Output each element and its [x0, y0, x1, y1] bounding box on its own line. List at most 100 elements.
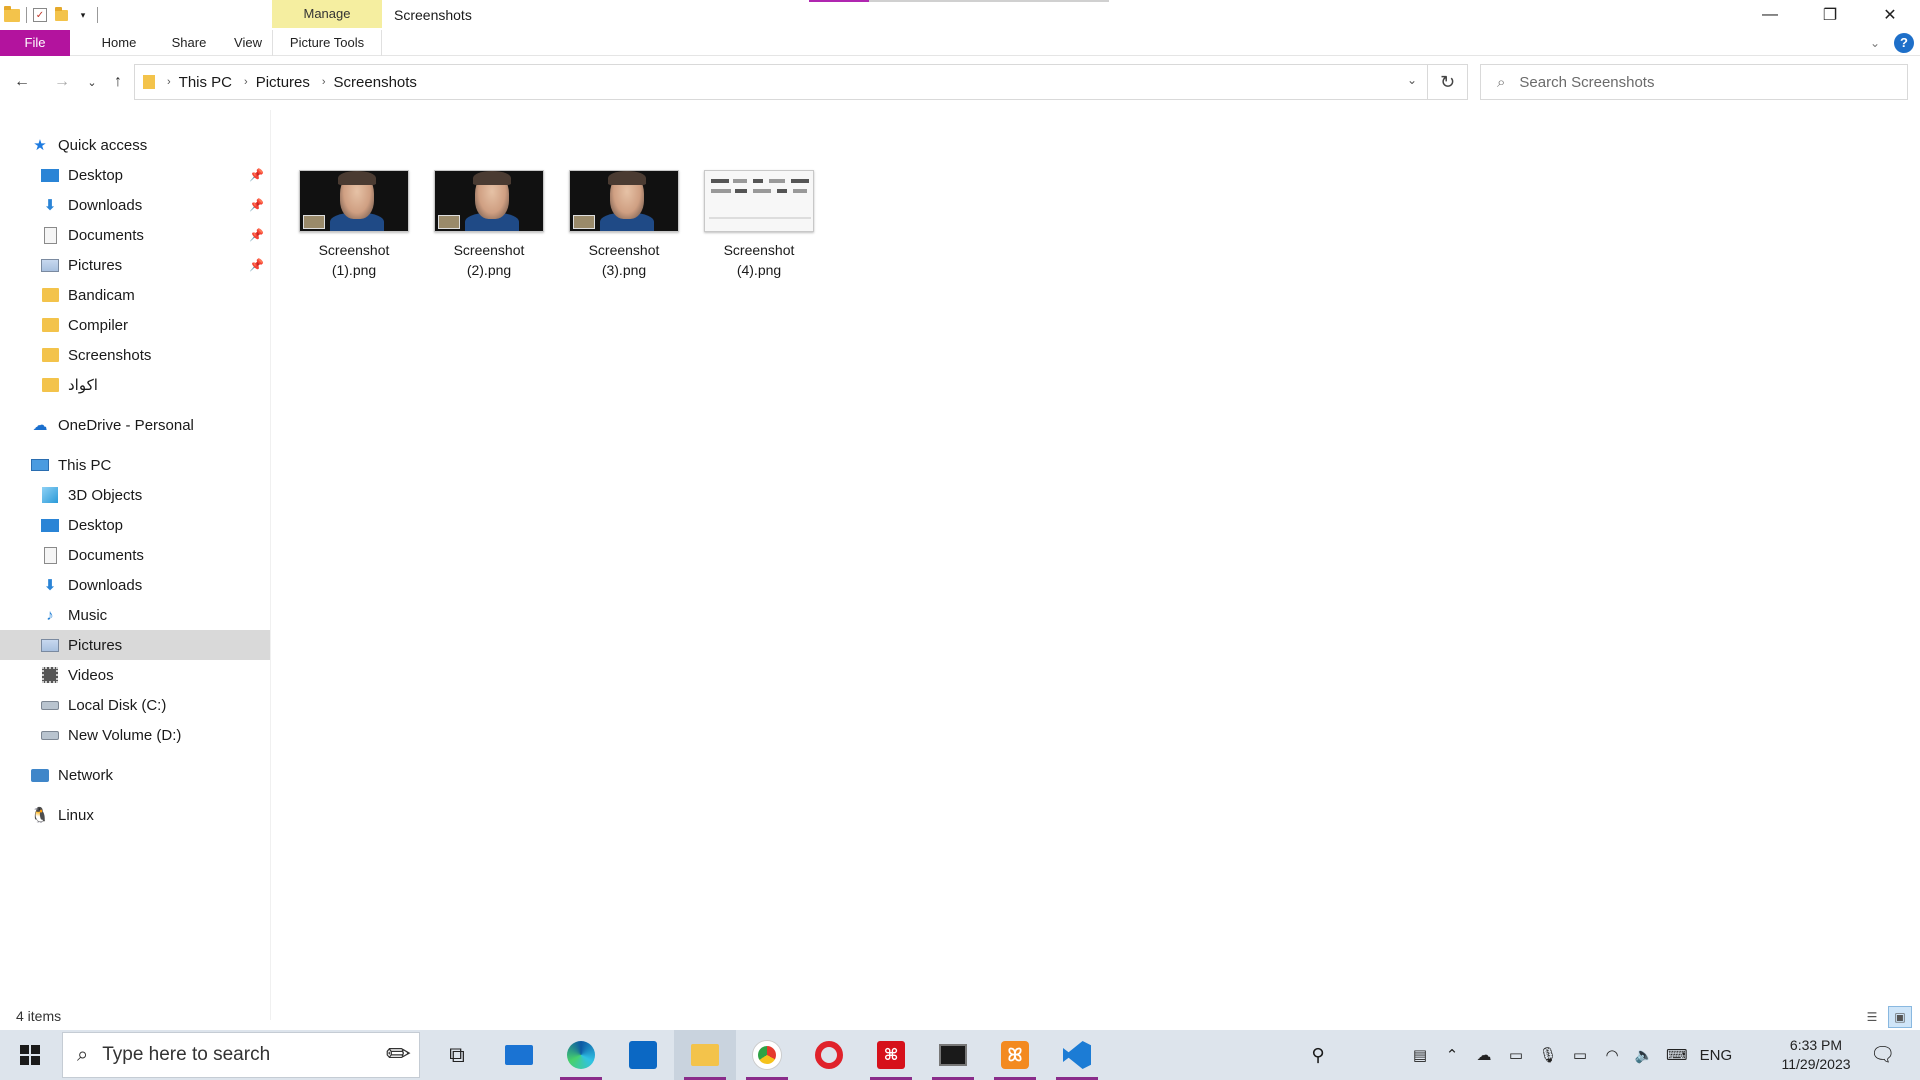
clock[interactable]: 6:33 PM 11/29/2023 — [1766, 1036, 1866, 1074]
onedrive-tray-icon[interactable]: ☁ — [1474, 1046, 1494, 1064]
sidebar-item-desktop[interactable]: Desktop 📌 — [0, 160, 270, 190]
xampp-button[interactable]: ꕤ — [984, 1030, 1046, 1080]
sidebar-item-videos[interactable]: Videos — [0, 660, 270, 690]
sidebar-item-3d-objects[interactable]: 3D Objects — [0, 480, 270, 510]
meet-now-icon[interactable]: ▭ — [1506, 1046, 1526, 1064]
microphone-icon[interactable]: 🎙 — [1538, 1046, 1558, 1064]
sidebar-item-compiler[interactable]: Compiler — [0, 310, 270, 340]
chevron-right-icon[interactable]: › — [244, 76, 248, 88]
maximize-button[interactable]: ❐ — [1800, 0, 1860, 30]
chevron-down-icon[interactable]: ⌄ — [1407, 73, 1417, 87]
recent-locations-icon[interactable]: ⌄ — [80, 70, 104, 94]
sidebar-item-local-disk-c[interactable]: Local Disk (C:) — [0, 690, 270, 720]
sidebar-item-onedrive[interactable]: ☁ OneDrive - Personal — [0, 410, 270, 440]
pictures-icon — [40, 256, 60, 274]
start-button[interactable] — [0, 1030, 60, 1080]
help-icon[interactable]: ? — [1894, 33, 1914, 53]
acrobat-button[interactable]: ⌘ — [860, 1030, 922, 1080]
sidebar-item-pictures-pc[interactable]: Pictures — [0, 630, 270, 660]
title-accent — [809, 0, 869, 2]
sidebar-item-label: This PC — [58, 456, 112, 474]
breadcrumb-screenshots[interactable]: Screenshots — [334, 74, 417, 91]
notifications-icon[interactable]: 🗨 — [1870, 1042, 1895, 1066]
folder-icon — [4, 5, 20, 23]
search-box[interactable]: ⌕ Search Screenshots — [1480, 64, 1908, 100]
window-title: Screenshots — [394, 7, 472, 23]
opera-button[interactable] — [798, 1030, 860, 1080]
sidebar-item-label: Downloads — [68, 196, 143, 214]
tab-view[interactable]: View — [224, 30, 272, 56]
breadcrumb-this-pc[interactable]: This PC — [179, 74, 232, 91]
file-item[interactable]: Screenshot (1).png — [281, 170, 411, 290]
sidebar-item-label: OneDrive - Personal — [58, 416, 194, 434]
sidebar-item-new-volume-d[interactable]: New Volume (D:) — [0, 720, 270, 750]
chevron-up-icon[interactable]: ⌃ — [1442, 1046, 1462, 1064]
forward-icon[interactable]: → — [50, 70, 74, 94]
breadcrumb-pictures[interactable]: Pictures — [256, 74, 310, 91]
sidebar-item-downloads-pc[interactable]: ⬇ Downloads — [0, 570, 270, 600]
keyboard-icon[interactable]: ⌨ — [1666, 1046, 1688, 1064]
file-item[interactable]: Screenshot (3).png — [551, 170, 681, 290]
status-bar: 4 items ☰ ▣ — [0, 1004, 1920, 1030]
sidebar-item-label: اكواد — [68, 377, 98, 394]
refresh-button[interactable]: ↻ — [1428, 64, 1468, 100]
sidebar-item-desktop-pc[interactable]: Desktop — [0, 510, 270, 540]
vscode-button[interactable] — [1046, 1030, 1108, 1080]
volume-icon[interactable]: 🔈 — [1634, 1046, 1654, 1064]
sidebar-item-downloads[interactable]: ⬇ Downloads 📌 — [0, 190, 270, 220]
close-button[interactable]: ✕ — [1860, 0, 1920, 30]
wifi-icon[interactable]: ◠ — [1602, 1046, 1622, 1064]
sidebar-item-network[interactable]: Network — [0, 760, 270, 790]
sidebar-item-pictures[interactable]: Pictures 📌 — [0, 250, 270, 280]
file-list: Screenshot (1).png Screenshot (2).png Scre… — [271, 110, 1920, 1000]
file-item[interactable]: Screenshot (4).png — [686, 170, 816, 290]
store-button[interactable] — [612, 1030, 674, 1080]
expand-ribbon-icon[interactable]: ⌄ — [1870, 36, 1880, 50]
customize-qat-icon[interactable]: ▾ — [75, 7, 91, 23]
task-view-button[interactable]: ⧉ — [426, 1030, 488, 1080]
window-controls: — ❐ ✕ — [1740, 0, 1920, 30]
battery-icon[interactable]: ▭ — [1570, 1046, 1590, 1064]
new-folder-icon[interactable] — [53, 6, 69, 23]
tab-home[interactable]: Home — [84, 30, 154, 56]
minimize-button[interactable]: — — [1740, 0, 1800, 30]
file-item[interactable]: Screenshot (2).png — [416, 170, 546, 290]
sidebar-item-bandicam[interactable]: Bandicam — [0, 280, 270, 310]
edge-button[interactable] — [550, 1030, 612, 1080]
language-indicator[interactable]: ENG — [1700, 1047, 1733, 1064]
tab-picture-tools[interactable]: Picture Tools — [272, 30, 382, 56]
sidebar-item-music[interactable]: ♪ Music — [0, 600, 270, 630]
taskbar-search-input[interactable]: Type here to search — [102, 1044, 270, 1066]
file-explorer-button[interactable] — [674, 1030, 736, 1080]
taskbar: ⌕ Type here to search ✏ ⧉ ⌘ ꕤ ⚲ ▤ ⌃ ☁ ▭ … — [0, 1030, 1920, 1080]
chevron-right-icon[interactable]: › — [322, 76, 326, 88]
sidebar-item-documents[interactable]: Documents 📌 — [0, 220, 270, 250]
news-widget-icon[interactable]: ▤ — [1410, 1046, 1430, 1064]
taskbar-search[interactable]: ⌕ Type here to search ✏ — [62, 1032, 420, 1078]
search-input[interactable]: Search Screenshots — [1519, 74, 1654, 91]
sidebar-item-screenshots[interactable]: Screenshots — [0, 340, 270, 370]
tab-share[interactable]: Share — [154, 30, 224, 56]
sidebar-item-quick-access[interactable]: ★ Quick access — [0, 130, 270, 160]
properties-icon[interactable]: ✓ — [33, 8, 47, 22]
manage-context-tab[interactable]: Manage — [272, 0, 382, 28]
sidebar-item-akwad[interactable]: اكواد — [0, 370, 270, 400]
address-bar[interactable]: › This PC › Pictures › Screenshots ⌄ — [134, 64, 1428, 100]
drive-icon — [40, 696, 60, 714]
details-view-icon[interactable]: ☰ — [1860, 1006, 1884, 1028]
people-icon[interactable]: ⚲ — [1300, 1030, 1336, 1080]
sidebar-item-label: Compiler — [68, 316, 129, 334]
back-icon[interactable]: ← — [10, 70, 34, 94]
sidebar-item-documents-pc[interactable]: Documents — [0, 540, 270, 570]
sidebar-item-linux[interactable]: 🐧 Linux — [0, 800, 270, 830]
tab-file[interactable]: File — [0, 30, 70, 56]
folder-icon — [40, 316, 60, 334]
terminal-button[interactable] — [922, 1030, 984, 1080]
up-icon[interactable]: ↑ — [106, 70, 130, 94]
chrome-button[interactable] — [736, 1030, 798, 1080]
task-view-icon: ⧉ — [449, 1042, 465, 1067]
large-icons-view-icon[interactable]: ▣ — [1888, 1006, 1912, 1028]
chevron-right-icon[interactable]: › — [167, 76, 171, 88]
sidebar-item-this-pc[interactable]: This PC — [0, 450, 270, 480]
mail-button[interactable] — [488, 1030, 550, 1080]
